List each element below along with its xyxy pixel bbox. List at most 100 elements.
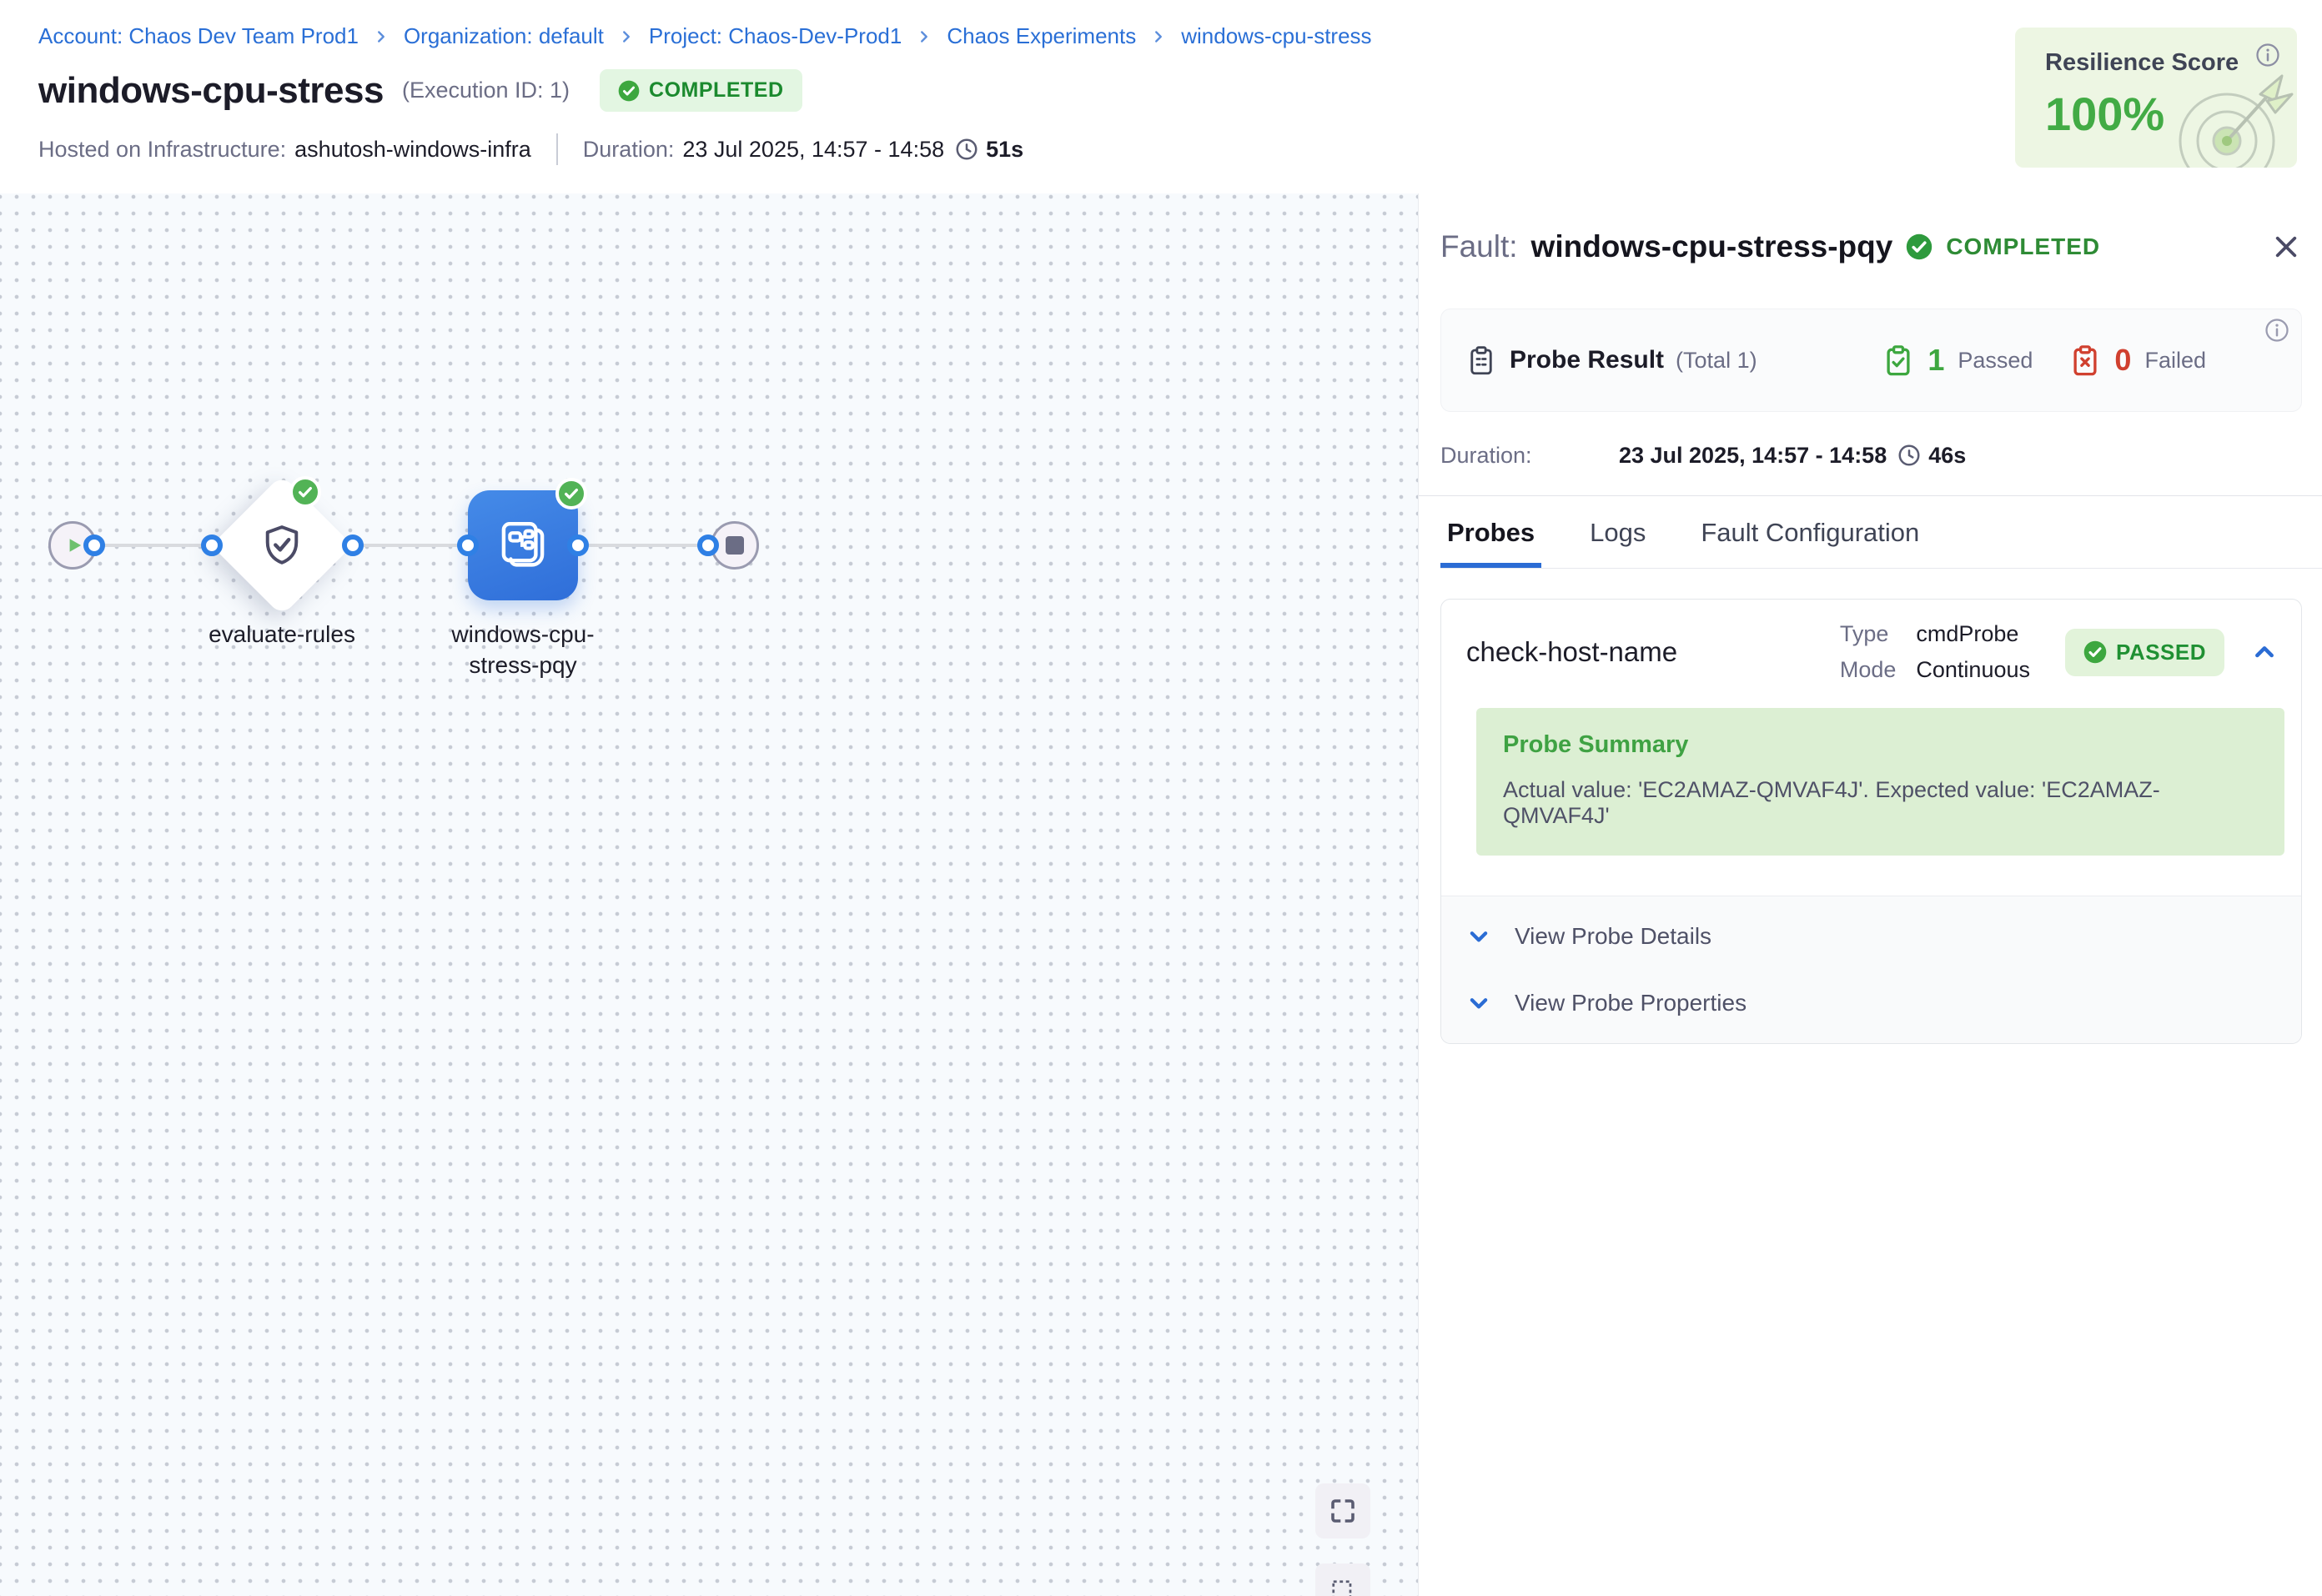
fault-node-label-line2: stress-pqy (431, 650, 615, 680)
execution-id: (Execution ID: 1) (402, 78, 570, 103)
chevron-up-icon[interactable] (2251, 639, 2278, 665)
view-probe-properties-toggle[interactable]: View Probe Properties (1441, 970, 2301, 1036)
probe-summary-text: Actual value: 'EC2AMAZ-QMVAF4J'. Expecte… (1503, 777, 2258, 829)
fault-node-label-line1: windows-cpu- (431, 619, 615, 650)
node-success-badge (289, 476, 321, 508)
fault-tabs: Probes Logs Fault Configuration (1440, 496, 2322, 569)
probe-summary-title: Probe Summary (1503, 731, 2258, 759)
chevron-right-icon (915, 28, 933, 46)
probe-summary-box: Probe Summary Actual value: 'EC2AMAZ-QMV… (1476, 708, 2284, 856)
check-icon (296, 483, 314, 501)
check-circle-icon (1906, 233, 1932, 260)
chevron-down-icon (1466, 924, 1491, 949)
failed-label: Failed (2144, 348, 2206, 374)
duration-value: 23 Jul 2025, 14:57 - 14:58 (682, 137, 944, 163)
fault-node-label: windows-cpu- stress-pqy (431, 619, 615, 680)
duration-label: Duration: (583, 137, 675, 163)
node-port[interactable] (567, 535, 589, 556)
probe-card-footer: View Probe Details View Probe Properties (1441, 896, 2301, 1043)
fault-details-panel: Fault: windows-cpu-stress-pqy COMPLETED … (1418, 193, 2322, 1596)
chevron-right-icon (372, 28, 390, 46)
breadcrumb-current-page[interactable]: windows-cpu-stress (1181, 23, 1371, 49)
stop-icon (726, 536, 744, 555)
probe-result-counts: 1 Passed 0 Failed (1882, 343, 2206, 378)
probe-mode-value: Continuous (1916, 657, 2030, 683)
breadcrumb-account-link[interactable]: Account: Chaos Dev Team Prod1 (38, 23, 359, 49)
target-illustration (2167, 58, 2297, 168)
fault-header: Fault: windows-cpu-stress-pqy COMPLETED (1440, 227, 2302, 267)
fault-label: Fault: (1440, 229, 1518, 264)
duration-seconds: 51s (986, 137, 1023, 163)
probe-type-label: Type (1840, 621, 1897, 647)
fault-status-text: COMPLETED (1946, 233, 2100, 260)
passed-label: Passed (1958, 348, 2033, 374)
experiment-status-badge: COMPLETED (600, 69, 802, 112)
info-icon[interactable] (2264, 318, 2289, 343)
clipboard-icon (1466, 345, 1496, 375)
probe-result-total: (Total 1) (1676, 348, 1757, 374)
check-circle-icon (618, 80, 640, 102)
fault-duration-label: Duration: (1440, 443, 1619, 469)
infrastructure-name: ashutosh-windows-infra (294, 137, 531, 163)
experiment-status-text: COMPLETED (649, 78, 783, 103)
node-port[interactable] (457, 535, 479, 556)
chevron-right-icon (617, 28, 636, 46)
pipeline-canvas[interactable]: evaluate-rules windows-cpu- stress-pqy +… (0, 193, 1418, 1596)
probe-card-check-host-name: check-host-name Type cmdProbe Mode Conti… (1440, 599, 2302, 1044)
clipboard-check-icon (1882, 344, 1914, 376)
resilience-score-card: Resilience Score 100% (2015, 28, 2297, 168)
failed-count: 0 (2114, 343, 2131, 378)
marquee-select-button[interactable] (1315, 1563, 1370, 1596)
fault-duration-value: 23 Jul 2025, 14:57 - 14:58 (1619, 443, 1887, 469)
tab-probes[interactable]: Probes (1440, 501, 1541, 568)
breadcrumb-chaos-experiments-link[interactable]: Chaos Experiments (947, 23, 1136, 49)
check-circle-icon (2083, 640, 2107, 664)
evaluate-rules-node-label: evaluate-rules (190, 619, 374, 650)
breadcrumb: Account: Chaos Dev Team Prod1 Organizati… (38, 0, 2322, 49)
marquee-select-icon (1328, 1576, 1358, 1596)
view-probe-properties-label: View Probe Properties (1515, 990, 1747, 1016)
evaluate-rules-node[interactable] (212, 475, 352, 615)
shield-check-icon (259, 522, 305, 569)
chaos-fault-icon (495, 518, 550, 573)
node-port[interactable] (201, 535, 223, 556)
clock-icon (954, 137, 979, 162)
view-probe-details-toggle[interactable]: View Probe Details (1441, 903, 2301, 970)
page-header: Account: Chaos Dev Team Prod1 Organizati… (0, 0, 2322, 193)
node-port[interactable] (697, 535, 719, 556)
breadcrumb-organization-link[interactable]: Organization: default (404, 23, 604, 49)
node-port[interactable] (342, 535, 364, 556)
probe-status-badge: PASSED (2065, 629, 2224, 676)
passed-count: 1 (1927, 343, 1944, 378)
fault-name: windows-cpu-stress-pqy (1531, 229, 1893, 264)
tab-fault-configuration[interactable]: Fault Configuration (1694, 501, 1926, 568)
fault-node-windows-cpu-stress-pqy[interactable] (468, 490, 578, 600)
hosted-on-label: Hosted on Infrastructure: (38, 137, 286, 163)
fullscreen-button[interactable] (1315, 1483, 1370, 1538)
clipboard-x-icon (2069, 344, 2101, 376)
probe-card-header[interactable]: check-host-name Type cmdProbe Mode Conti… (1441, 600, 2301, 703)
fault-duration-seconds: 46s (1928, 443, 1966, 469)
probe-result-title: Probe Result (1510, 346, 1664, 374)
chevron-right-icon (1149, 28, 1168, 46)
chevron-down-icon (1466, 991, 1491, 1016)
tab-logs[interactable]: Logs (1583, 501, 1652, 568)
pipeline-edge (73, 544, 732, 547)
probe-result-summary: Probe Result (Total 1) 1 Passed 0 Failed (1440, 309, 2302, 412)
meta-divider (556, 133, 558, 165)
probe-name: check-host-name (1466, 636, 1677, 668)
clock-icon (1897, 443, 1922, 468)
play-icon (63, 535, 85, 556)
fault-duration-row: Duration: 23 Jul 2025, 14:57 - 14:58 46s (1440, 437, 2302, 474)
probe-type-value: cmdProbe (1916, 621, 2030, 647)
close-icon[interactable] (2270, 231, 2302, 263)
breadcrumb-project-link[interactable]: Project: Chaos-Dev-Prod1 (649, 23, 902, 49)
probe-mode-label: Mode (1840, 657, 1897, 683)
check-icon (562, 484, 580, 503)
view-probe-details-label: View Probe Details (1515, 923, 1711, 950)
page-title: windows-cpu-stress (38, 70, 384, 112)
probe-status-text: PASSED (2116, 640, 2206, 665)
node-port[interactable] (83, 535, 105, 556)
probe-type-mode: Type cmdProbe Mode Continuous (1840, 621, 2030, 683)
node-success-badge (555, 478, 587, 509)
